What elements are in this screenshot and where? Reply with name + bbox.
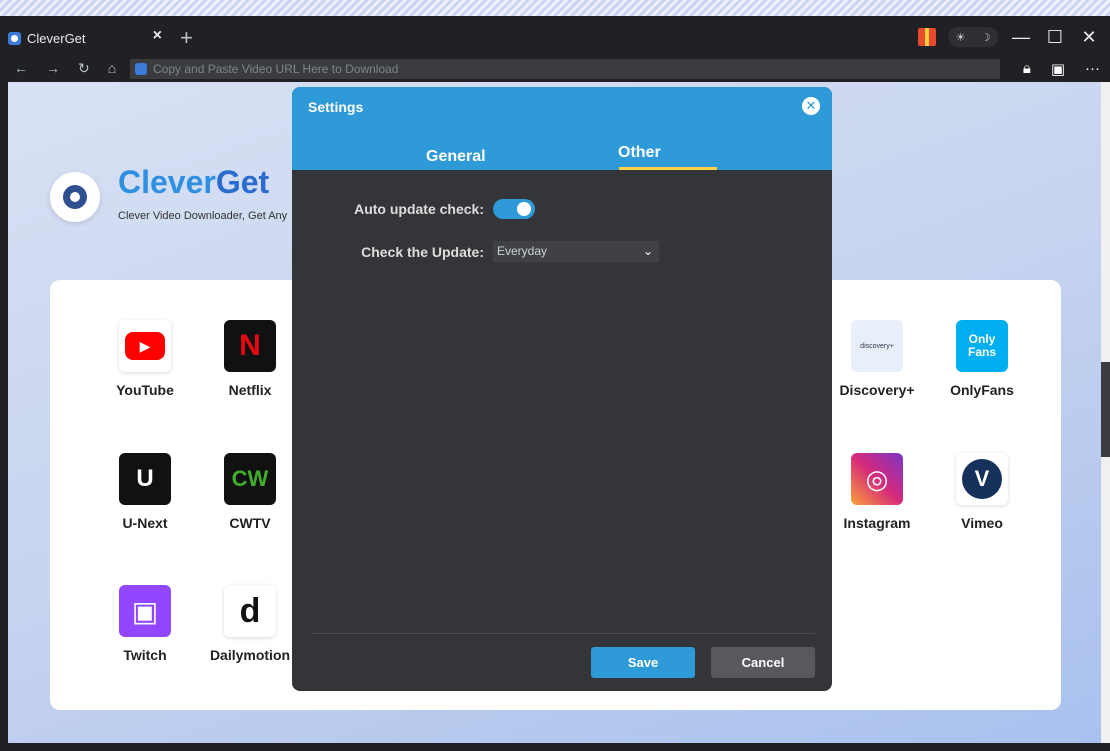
- auto-update-label: Auto update check:: [354, 201, 484, 217]
- forward-icon[interactable]: →: [46, 60, 60, 77]
- theme-toggle[interactable]: ☀ ☽: [948, 27, 998, 47]
- youtube-icon: ▶: [119, 320, 171, 372]
- tab-title: CleverGet: [27, 30, 86, 46]
- home-icon[interactable]: ⌂: [108, 60, 116, 77]
- dialog-header: Settings ✕ General Other: [292, 87, 832, 170]
- dailymotion-icon: d: [224, 585, 276, 637]
- site-label: Dailymotion: [209, 647, 291, 663]
- twitch-icon: ▣: [119, 585, 171, 637]
- vimeo-icon: V: [956, 453, 1008, 505]
- close-window-button[interactable]: ✕: [1078, 27, 1100, 48]
- cleverget-favicon-icon: [8, 31, 21, 45]
- site-label: OnlyFans: [950, 382, 1014, 398]
- site-label: Discovery+: [839, 382, 915, 398]
- dialog-close-icon[interactable]: ✕: [802, 97, 820, 115]
- site-discovery[interactable]: discovery+ Discovery+: [832, 320, 922, 398]
- tab-general[interactable]: General: [426, 148, 486, 166]
- address-bar: ← → ↻ ⌂ Copy and Paste Video URL Here to…: [0, 58, 1110, 82]
- site-label: Netflix: [228, 382, 272, 398]
- download-icon[interactable]: ▣: [1051, 60, 1065, 78]
- chevron-down-icon: ⌄: [642, 244, 653, 258]
- onlyfans-icon: Only Fans: [956, 320, 1008, 372]
- auto-update-toggle[interactable]: [493, 199, 535, 219]
- check-update-label: Check the Update:: [361, 244, 484, 260]
- moon-icon: ☽: [980, 31, 991, 44]
- url-input[interactable]: Copy and Paste Video URL Here to Downloa…: [130, 59, 1000, 79]
- more-icon[interactable]: ···: [1085, 60, 1100, 78]
- cleverget-logo: [50, 172, 100, 222]
- brand-tagline: Clever Video Downloader, Get Any: [118, 210, 288, 222]
- sun-icon: ☀: [955, 31, 966, 44]
- logo-icon: [63, 185, 87, 209]
- tab-close-icon[interactable]: ×: [153, 27, 162, 45]
- unext-icon: U: [119, 453, 171, 505]
- site-label: U-Next: [122, 515, 168, 531]
- active-tab-indicator: [619, 167, 717, 170]
- site-favicon-icon: [135, 63, 147, 75]
- netflix-icon: N: [224, 320, 276, 372]
- site-label: Instagram: [843, 515, 911, 531]
- browser-tab[interactable]: CleverGet ×: [8, 24, 168, 52]
- site-label: YouTube: [116, 382, 174, 398]
- minimize-button[interactable]: —: [1010, 27, 1032, 48]
- gift-icon[interactable]: [918, 28, 936, 46]
- site-label: CWTV: [229, 515, 271, 531]
- cwtv-icon: CW: [224, 453, 276, 505]
- vertical-scrollbar[interactable]: [1101, 82, 1110, 743]
- site-unext[interactable]: U U-Next: [100, 453, 190, 531]
- title-bar: CleverGet × + ☀ ☽ — ☐ ✕: [0, 16, 1110, 58]
- discovery-plus-icon: discovery+: [851, 320, 903, 372]
- site-youtube[interactable]: ▶ YouTube: [100, 320, 190, 398]
- site-instagram[interactable]: ◎ Instagram: [832, 453, 922, 531]
- lock-icon[interactable]: 🔒︎: [1023, 60, 1031, 78]
- site-cwtv[interactable]: CW CWTV: [205, 453, 295, 531]
- site-label: Twitch: [123, 647, 167, 663]
- instagram-icon: ◎: [851, 453, 903, 505]
- site-onlyfans[interactable]: Only Fans OnlyFans: [937, 320, 1027, 398]
- site-vimeo[interactable]: V Vimeo: [937, 453, 1027, 531]
- top-stripe: [0, 0, 1110, 16]
- cancel-button[interactable]: Cancel: [711, 647, 815, 678]
- settings-dialog: Settings ✕ General Other Auto update che…: [292, 87, 832, 691]
- new-tab-icon[interactable]: +: [180, 25, 193, 51]
- check-update-value: Everyday: [497, 244, 548, 258]
- maximize-button[interactable]: ☐: [1044, 27, 1066, 48]
- dialog-divider: [312, 633, 815, 634]
- reload-icon[interactable]: ↻: [78, 60, 90, 77]
- bottom-bar: [0, 743, 1110, 751]
- back-icon[interactable]: ←: [14, 60, 28, 77]
- scrollbar-thumb[interactable]: [1101, 362, 1110, 457]
- site-dailymotion[interactable]: d Dailymotion: [205, 585, 295, 663]
- tab-other[interactable]: Other: [618, 144, 661, 162]
- site-twitch[interactable]: ▣ Twitch: [100, 585, 190, 663]
- save-button[interactable]: Save: [591, 647, 695, 678]
- url-placeholder: Copy and Paste Video URL Here to Downloa…: [153, 62, 399, 76]
- dialog-title: Settings: [308, 99, 364, 115]
- site-label: Vimeo: [961, 515, 1003, 531]
- site-netflix[interactable]: N Netflix: [205, 320, 295, 398]
- brand-name: CleverGet: [118, 164, 270, 200]
- check-update-select[interactable]: Everyday ⌄: [493, 241, 659, 262]
